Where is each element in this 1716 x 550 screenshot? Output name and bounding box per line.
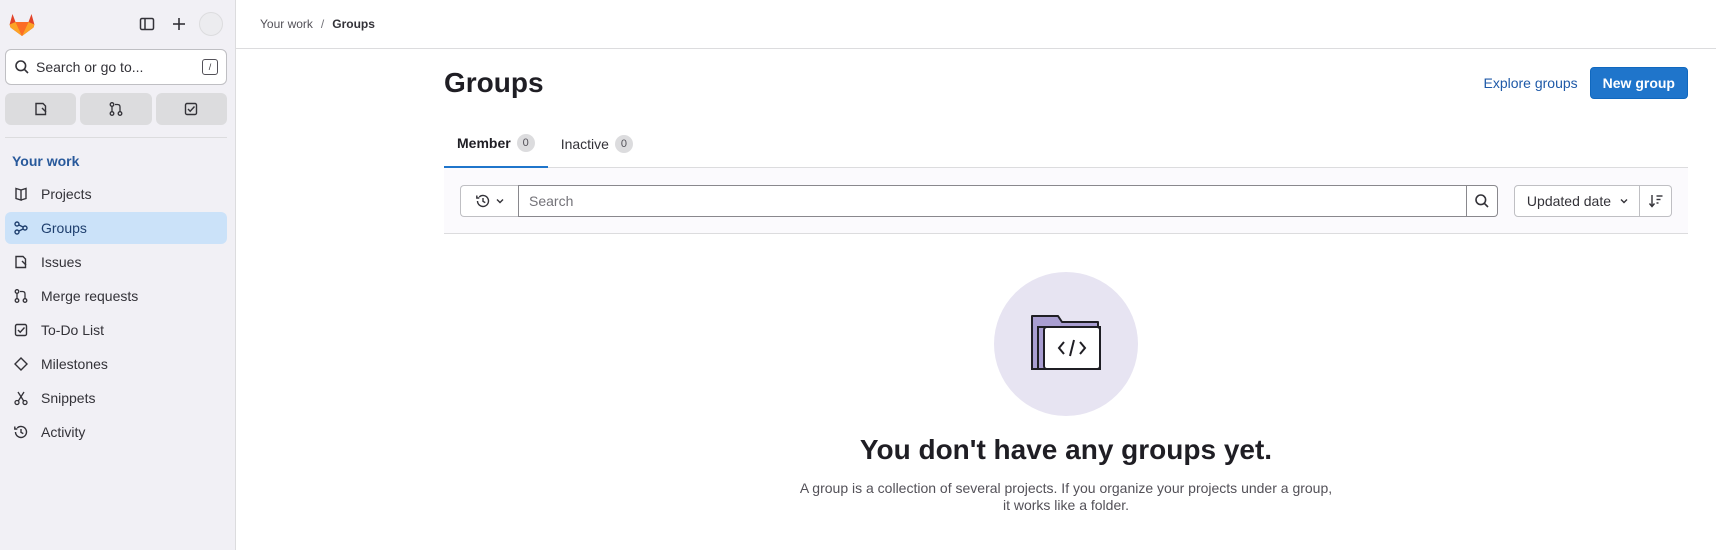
create-new-button[interactable] bbox=[163, 8, 195, 40]
breadcrumb-separator: / bbox=[320, 17, 325, 31]
tab-label: Inactive bbox=[560, 135, 609, 152]
page-header: Groups Explore groups New group bbox=[444, 49, 1688, 117]
chevron-down-icon bbox=[1620, 198, 1628, 203]
empty-state-illustration bbox=[994, 272, 1138, 416]
breadcrumb: Your work / Groups bbox=[236, 0, 1716, 49]
plus-icon bbox=[173, 18, 185, 30]
sort-lowest-icon bbox=[1648, 194, 1662, 208]
group-tabs: Member 0 Inactive 0 bbox=[444, 120, 1688, 168]
sidebar-item-projects[interactable]: Projects bbox=[5, 178, 227, 210]
empty-state-description: A group is a collection of several proje… bbox=[799, 480, 1333, 513]
sidebar-section-heading[interactable]: Your work bbox=[0, 138, 235, 178]
project-icon bbox=[13, 186, 29, 202]
tab-count-badge: 0 bbox=[614, 134, 633, 153]
sidebar-item-label: Snippets bbox=[41, 390, 96, 406]
issues-icon bbox=[13, 254, 29, 270]
sidebar-item-milestones[interactable]: Milestones bbox=[5, 348, 227, 380]
folder-code-icon bbox=[1031, 315, 1101, 370]
sidebar-item-activity[interactable]: Activity bbox=[5, 416, 227, 448]
todo-list-button[interactable] bbox=[155, 93, 227, 125]
explore-groups-button[interactable]: Explore groups bbox=[1483, 75, 1577, 91]
sidebar-item-merge-requests[interactable]: Merge requests bbox=[5, 280, 227, 312]
tab-member[interactable]: Member 0 bbox=[444, 120, 548, 168]
tab-count-badge: 0 bbox=[516, 134, 535, 152]
sidebar-nav: Projects Groups Issues Merge requests To… bbox=[0, 178, 235, 448]
sidebar-item-label: Issues bbox=[41, 254, 82, 270]
sort-by-dropdown[interactable]: Updated date bbox=[1513, 184, 1640, 217]
app: Search or go to... / Your work Projects … bbox=[0, 0, 1716, 550]
search-icon bbox=[1475, 193, 1489, 208]
breadcrumb-groups[interactable]: Groups bbox=[332, 17, 375, 31]
page-actions: Explore groups New group bbox=[1483, 67, 1688, 99]
sidebar-item-issues[interactable]: Issues bbox=[5, 246, 227, 278]
breadcrumb-your-work[interactable]: Your work bbox=[260, 17, 313, 31]
sidebar-top-bar bbox=[0, 0, 235, 48]
sidebar-item-snippets[interactable]: Snippets bbox=[5, 382, 227, 414]
sidebar-toggle-icon bbox=[139, 17, 155, 31]
sort-direction-button[interactable] bbox=[1640, 184, 1672, 217]
toggle-sidebar-button[interactable] bbox=[131, 8, 163, 40]
tab-inactive[interactable]: Inactive 0 bbox=[548, 120, 646, 167]
tab-label: Member bbox=[457, 135, 511, 151]
assigned-issues-button[interactable] bbox=[5, 93, 77, 125]
sidebar-search-button[interactable]: Search or go to... / bbox=[5, 49, 227, 85]
sidebar-item-label: Groups bbox=[41, 220, 87, 236]
sort-by-label: Updated date bbox=[1526, 192, 1611, 209]
todo-icon bbox=[13, 322, 29, 338]
merge-request-icon bbox=[13, 288, 29, 304]
search-button[interactable] bbox=[1466, 184, 1498, 217]
new-group-button[interactable]: New group bbox=[1589, 67, 1688, 99]
recent-searches-dropdown[interactable] bbox=[460, 184, 518, 217]
history-icon bbox=[13, 424, 29, 440]
empty-state-title: You don't have any groups yet. bbox=[859, 434, 1273, 465]
search-icon bbox=[15, 60, 29, 74]
sidebar-item-label: Milestones bbox=[41, 356, 108, 372]
snippet-icon bbox=[13, 390, 29, 406]
chevron-down-icon bbox=[496, 198, 503, 203]
keyboard-shortcut-badge: / bbox=[202, 59, 218, 75]
issues-icon bbox=[34, 102, 47, 116]
sort-controls: Updated date bbox=[1513, 184, 1672, 217]
merge-request-icon bbox=[109, 102, 123, 116]
sidebar-item-todo-list[interactable]: To-Do List bbox=[5, 314, 227, 346]
main-content: Your work / Groups Groups Explore groups… bbox=[236, 0, 1716, 550]
sidebar-item-groups[interactable]: Groups bbox=[5, 212, 227, 244]
sidebar-item-label: Merge requests bbox=[41, 288, 139, 304]
merge-requests-button[interactable] bbox=[80, 93, 152, 125]
history-icon bbox=[475, 194, 489, 207]
filter-bar: Updated date bbox=[444, 168, 1688, 234]
todo-icon bbox=[185, 102, 198, 116]
sidebar-item-label: To-Do List bbox=[41, 322, 105, 338]
search-input[interactable] bbox=[518, 184, 1467, 217]
sidebar-count-buttons bbox=[5, 93, 227, 125]
empty-state: You don't have any groups yet. A group i… bbox=[444, 234, 1688, 514]
gitlab-logo-icon[interactable] bbox=[8, 10, 36, 38]
groups-page: Groups Explore groups New group Member 0… bbox=[444, 49, 1688, 514]
sidebar-item-label: Activity bbox=[41, 424, 86, 440]
group-icon bbox=[13, 220, 29, 236]
sidebar: Search or go to... / Your work Projects … bbox=[0, 0, 236, 550]
milestone-icon bbox=[13, 356, 29, 372]
sidebar-item-label: Projects bbox=[41, 186, 92, 202]
user-avatar[interactable] bbox=[199, 12, 223, 36]
page-title: Groups bbox=[444, 67, 544, 98]
sidebar-search-placeholder: Search or go to... bbox=[36, 59, 144, 75]
